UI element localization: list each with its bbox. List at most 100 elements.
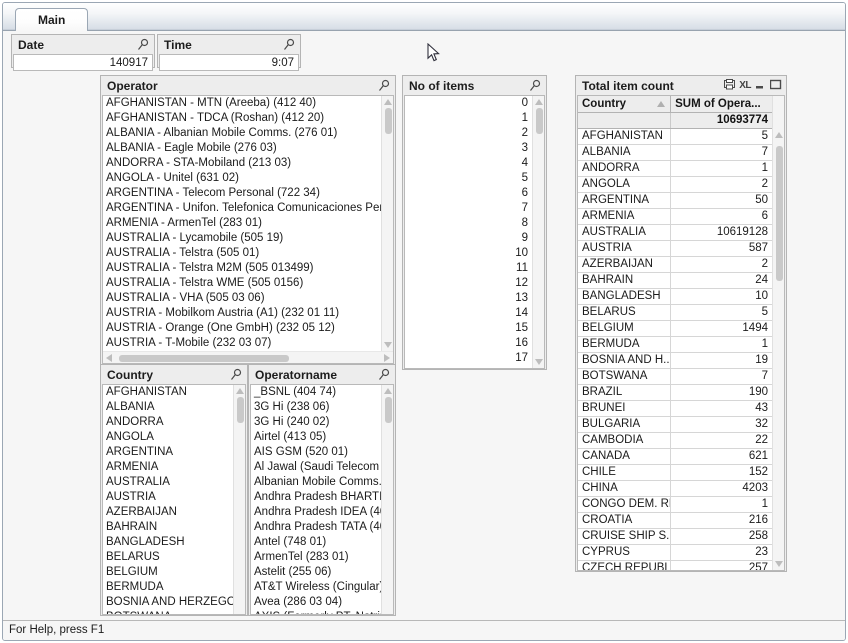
list-item[interactable]: AUSTRALIA - Telstra M2M (505 013499) (103, 261, 381, 276)
cell-country[interactable]: CHINA (578, 481, 671, 496)
table-row[interactable]: BELGIUM1494 (578, 321, 772, 337)
list-item[interactable]: 15 (405, 321, 532, 336)
table-row[interactable]: AUSTRALIA10619128 (578, 225, 772, 241)
table-row[interactable]: AUSTRIA587 (578, 241, 772, 257)
table-row[interactable]: CANADA621 (578, 449, 772, 465)
scroll-down-arrow-icon[interactable] (384, 342, 392, 348)
cell-country[interactable]: CANADA (578, 449, 671, 464)
cell-sum-of-operator[interactable]: 1494 (671, 321, 772, 336)
time-field[interactable]: 9:07 (159, 54, 299, 71)
list-item[interactable]: ANGOLA - Unitel (631 02) (103, 171, 381, 186)
sheet-tab-main[interactable]: Main (15, 8, 88, 31)
vertical-scroll-thumb[interactable] (776, 146, 783, 281)
vertical-scrollbar[interactable] (233, 385, 245, 614)
table-row[interactable]: AZERBAIJAN2 (578, 257, 772, 273)
cell-sum-of-operator[interactable]: 10619128 (671, 225, 772, 240)
table-row[interactable]: ARMENIA6 (578, 209, 772, 225)
list-item[interactable]: 3G Hi (238 06) (251, 400, 381, 415)
table-row[interactable]: CROATIA216 (578, 513, 772, 529)
table-row[interactable]: ALBANIA7 (578, 145, 772, 161)
search-icon[interactable] (137, 38, 149, 52)
table-row[interactable]: CONGO DEM. REP1 (578, 497, 772, 513)
cell-sum-of-operator[interactable]: 152 (671, 465, 772, 480)
cell-country[interactable]: ANDORRA (578, 161, 671, 176)
cell-country[interactable]: CONGO DEM. REP (578, 497, 671, 512)
search-icon[interactable] (529, 79, 541, 93)
cell-country[interactable]: BOSNIA AND H... (578, 353, 671, 368)
cell-sum-of-operator[interactable]: 216 (671, 513, 772, 528)
list-item[interactable]: AUSTRIA (103, 490, 233, 505)
list-item[interactable]: AUSTRALIA (103, 475, 233, 490)
cell-country[interactable]: ANGOLA (578, 177, 671, 192)
cell-country[interactable]: BRAZIL (578, 385, 671, 400)
list-item[interactable]: Albanian Mobile Comms. (276 01) (251, 475, 381, 490)
list-item[interactable]: ANDORRA - STA-Mobiland (213 03) (103, 156, 381, 171)
list-item[interactable]: Andhra Pradesh IDEA (404 78) (251, 505, 381, 520)
list-item[interactable]: 8 (405, 216, 532, 231)
list-box-operator-body[interactable]: AFGHANISTAN - MTN (Areeba) (412 40)AFGHA… (102, 95, 394, 364)
list-item[interactable]: 11 (405, 261, 532, 276)
vertical-scroll-thumb[interactable] (385, 108, 392, 134)
excel-export-icon[interactable]: XL (739, 81, 751, 91)
list-item[interactable]: 2 (405, 126, 532, 141)
column-header-sum-of-operator[interactable]: SUM of Opera... (671, 96, 772, 112)
scroll-up-arrow-icon[interactable] (384, 99, 392, 105)
list-item[interactable]: 7 (405, 201, 532, 216)
list-item[interactable]: Airtel (413 05) (251, 430, 381, 445)
list-item[interactable]: 12 (405, 276, 532, 291)
cell-sum-of-operator[interactable]: 4203 (671, 481, 772, 496)
cell-country[interactable]: CYPRUS (578, 545, 671, 560)
list-item[interactable]: BELARUS (103, 550, 233, 565)
column-header-country[interactable]: Country (578, 96, 671, 112)
list-item[interactable]: 13 (405, 291, 532, 306)
list-item[interactable]: 4 (405, 156, 532, 171)
cell-sum-of-operator[interactable]: 2 (671, 177, 772, 192)
horizontal-scroll-thumb[interactable] (119, 355, 289, 362)
search-icon[interactable] (378, 79, 390, 93)
cell-country[interactable]: CZECH REPUBLIC (578, 561, 671, 570)
table-row[interactable]: ARGENTINA50 (578, 193, 772, 209)
cell-sum-of-operator[interactable]: 19 (671, 353, 772, 368)
vertical-scrollbar[interactable] (532, 96, 544, 368)
scroll-down-arrow-icon[interactable] (535, 359, 543, 365)
scroll-right-arrow-icon[interactable] (384, 354, 390, 362)
straight-table-body[interactable]: Country SUM of Opera... 10693774 AFGHANI… (577, 95, 785, 571)
list-item[interactable]: Andhra Pradesh BHARTI (404 49) (251, 490, 381, 505)
list-item[interactable]: ALBANIA - Eagle Mobile (276 03) (103, 141, 381, 156)
list-box-country-body[interactable]: AFGHANISTANALBANIAANDORRAANGOLAARGENTINA… (102, 384, 246, 615)
scroll-up-arrow-icon[interactable] (236, 388, 244, 394)
cell-country[interactable]: BRUNEI (578, 401, 671, 416)
list-item[interactable]: AXIS (Formerly PT. Natrindo) (251, 610, 381, 614)
cell-sum-of-operator[interactable]: 2 (671, 257, 772, 272)
cell-sum-of-operator[interactable]: 190 (671, 385, 772, 400)
cell-country[interactable]: BAHRAIN (578, 273, 671, 288)
list-item[interactable]: AUSTRALIA - VHA (505 03 06) (103, 291, 381, 306)
search-icon[interactable] (230, 368, 242, 382)
list-item[interactable]: 10 (405, 246, 532, 261)
table-row[interactable]: BOTSWANA7 (578, 369, 772, 385)
table-row[interactable]: BRUNEI43 (578, 401, 772, 417)
cell-country[interactable]: CHILE (578, 465, 671, 480)
cell-sum-of-operator[interactable]: 22 (671, 433, 772, 448)
table-row[interactable]: BOSNIA AND H...19 (578, 353, 772, 369)
cell-country[interactable]: AUSTRIA (578, 241, 671, 256)
scroll-up-arrow-icon[interactable] (535, 99, 543, 105)
list-item[interactable]: BOTSWANA (103, 610, 233, 614)
table-row[interactable]: CHINA4203 (578, 481, 772, 497)
table-row[interactable]: CZECH REPUBLIC257 (578, 561, 772, 570)
list-item[interactable]: Andhra Pradesh TATA (404 45) (251, 520, 381, 535)
table-row[interactable]: CRUISE SHIP S...258 (578, 529, 772, 545)
list-item[interactable]: AUSTRIA - Orange (One GmbH) (232 05 12) (103, 321, 381, 336)
list-box-operatorname-body[interactable]: _BSNL (404 74)3G Hi (238 06)3G Hi (240 0… (250, 384, 394, 615)
list-item[interactable]: AFGHANISTAN - MTN (Areeba) (412 40) (103, 96, 381, 111)
cell-country[interactable]: BOTSWANA (578, 369, 671, 384)
list-item[interactable]: BELGIUM (103, 565, 233, 580)
cell-sum-of-operator[interactable]: 257 (671, 561, 772, 570)
list-item[interactable]: 5 (405, 171, 532, 186)
vertical-scrollbar[interactable] (381, 96, 393, 351)
list-item[interactable]: Astelit (255 06) (251, 565, 381, 580)
scroll-left-arrow-icon[interactable] (106, 354, 112, 362)
list-item[interactable]: Antel (748 01) (251, 535, 381, 550)
table-row[interactable]: BELARUS5 (578, 305, 772, 321)
vertical-scrollbar[interactable] (772, 96, 784, 570)
